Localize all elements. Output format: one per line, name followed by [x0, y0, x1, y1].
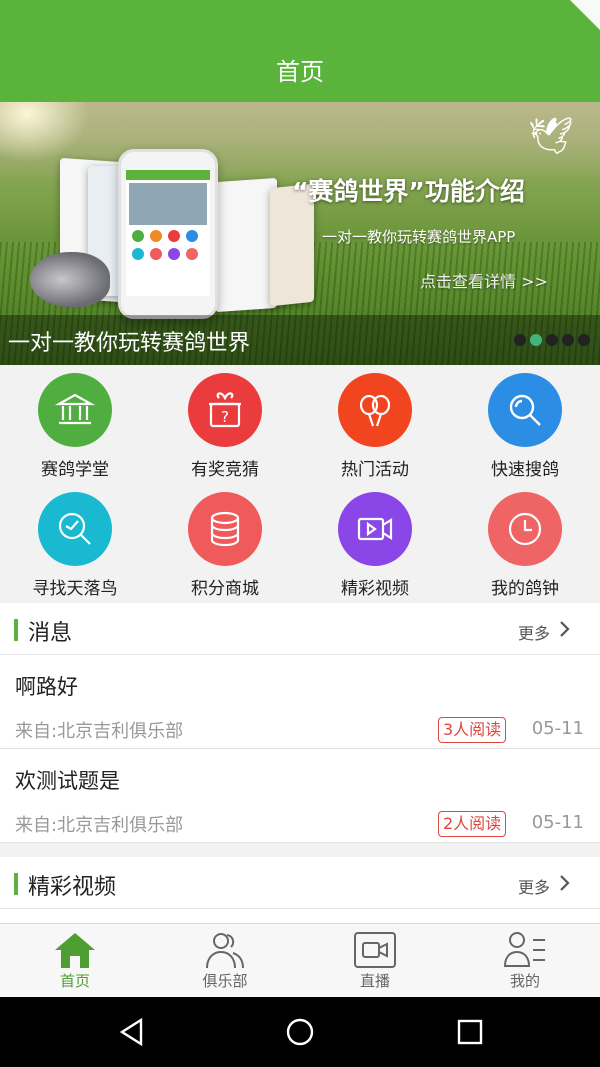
video-title: 精彩视频 — [28, 875, 117, 900]
video-section: 精彩视频 更多 — [0, 857, 600, 923]
read-count-badge: 2人阅读 — [438, 811, 507, 837]
video-header: 精彩视频 更多 — [0, 857, 600, 909]
home-circle-icon[interactable] — [285, 1017, 315, 1047]
feature-label: 精彩视频 — [341, 579, 409, 599]
feature-quick-search[interactable]: 快速搜鸽 — [450, 365, 600, 484]
message-item[interactable]: 啊路好 来自:北京吉利俱乐部 3人阅读 05-11 — [0, 655, 600, 749]
carousel-dot-active[interactable] — [530, 334, 542, 346]
home-icon — [55, 933, 95, 968]
feature-label: 赛鸽学堂 — [41, 460, 109, 480]
balloons-icon — [338, 373, 412, 447]
message-source: 来自:北京吉利俱乐部 — [15, 721, 184, 742]
feature-prize-quiz[interactable]: ? 有奖竞猜 — [150, 365, 300, 484]
banner-caption: 一对一教你玩转赛鸽世界 — [8, 331, 251, 356]
banner-detail-link[interactable]: 点击查看详情 >> — [420, 268, 548, 292]
feature-videos[interactable]: 精彩视频 — [300, 484, 450, 603]
database-icon — [188, 492, 262, 566]
banner-carousel[interactable]: 🕊 “赛鸽世界”功能介绍 一对一教你玩转赛鸽世界APP 点击查看详情 >> 一对… — [0, 102, 600, 365]
app-header: 首页 — [0, 0, 600, 102]
messages-header: 消息 更多 — [0, 603, 600, 655]
tab-label: 俱乐部 — [202, 972, 248, 990]
live-video-icon — [354, 932, 396, 968]
svg-text:?: ? — [221, 408, 229, 426]
carousel-indicators[interactable] — [514, 334, 590, 346]
feature-label: 寻找天落鸟 — [32, 579, 118, 599]
feature-pigeon-school[interactable]: 赛鸽学堂 — [0, 365, 150, 484]
section-accent-bar — [14, 873, 18, 895]
bank-icon — [38, 373, 112, 447]
feature-label: 有奖竞猜 — [191, 460, 259, 480]
feature-my-clock[interactable]: 我的鸽钟 — [450, 484, 600, 603]
tab-home[interactable]: 首页 — [0, 924, 150, 997]
message-item[interactable]: 欢测试题是 来自:北京吉利俱乐部 2人阅读 05-11 — [0, 749, 600, 843]
tab-label: 直播 — [359, 972, 390, 990]
feature-hot-events[interactable]: 热门活动 — [300, 365, 450, 484]
chevron-right-icon[interactable] — [554, 619, 574, 639]
pigeon-image — [30, 252, 110, 307]
search-icon — [488, 373, 562, 447]
chevron-right-icon[interactable] — [554, 873, 574, 893]
corner-fold — [570, 0, 600, 30]
club-icon — [206, 933, 244, 969]
carousel-dot[interactable] — [578, 334, 590, 346]
feature-label: 快速搜鸽 — [491, 460, 559, 480]
banner-sun-glow — [0, 102, 90, 162]
feature-label: 我的鸽钟 — [491, 579, 559, 599]
back-icon[interactable] — [117, 1017, 147, 1047]
profile-icon — [503, 932, 545, 967]
banner-caption-bar: 一对一教你玩转赛鸽世界 — [0, 315, 600, 365]
feature-points-mall[interactable]: 积分商城 — [150, 484, 300, 603]
message-source: 来自:北京吉利俱乐部 — [15, 815, 184, 836]
feature-grid: 赛鸽学堂 ? 有奖竞猜 热门活动 快速搜鸽 寻找天落鸟 积分商城 精彩视频 我的… — [0, 365, 600, 603]
section-accent-bar — [14, 619, 18, 641]
message-title: 啊路好 — [15, 675, 78, 699]
carousel-dot[interactable] — [562, 334, 574, 346]
banner-phone — [118, 149, 218, 319]
messages-more-link[interactable]: 更多 — [518, 620, 550, 644]
messages-title: 消息 — [28, 621, 73, 646]
gift-question-icon: ? — [188, 373, 262, 447]
carousel-dot[interactable] — [546, 334, 558, 346]
bird-search-icon — [38, 492, 112, 566]
tab-label: 我的 — [509, 972, 540, 990]
page-title: 首页 — [276, 58, 324, 86]
messages-section: 消息 更多 啊路好 来自:北京吉利俱乐部 3人阅读 05-11 欢测试题是 来自… — [0, 603, 600, 843]
video-more-link[interactable]: 更多 — [518, 874, 550, 898]
clock-icon — [488, 492, 562, 566]
system-nav-bar — [0, 997, 600, 1067]
read-count-badge: 3人阅读 — [438, 717, 507, 743]
recents-icon[interactable] — [455, 1017, 485, 1047]
flying-pigeon-icon: 🕊 — [528, 116, 574, 157]
bottom-tab-bar: 首页 俱乐部 直播 我的 — [0, 923, 600, 997]
carousel-dot[interactable] — [514, 334, 526, 346]
banner-subtitle: 一对一教你玩转赛鸽世界APP — [322, 228, 516, 246]
video-icon — [338, 492, 412, 566]
feature-find-lost-bird[interactable]: 寻找天落鸟 — [0, 484, 150, 603]
tab-club[interactable]: 俱乐部 — [150, 924, 300, 997]
banner-title: “赛鸽世界”功能介绍 — [292, 177, 525, 206]
message-date: 05-11 — [531, 718, 584, 739]
feature-label: 积分商城 — [191, 579, 259, 599]
message-date: 05-11 — [531, 812, 584, 833]
tab-mine[interactable]: 我的 — [450, 924, 600, 997]
tab-label: 首页 — [59, 972, 90, 990]
feature-label: 热门活动 — [341, 460, 409, 480]
tab-live[interactable]: 直播 — [300, 924, 450, 997]
banner-screen-right — [215, 177, 277, 313]
message-title: 欢测试题是 — [15, 769, 120, 793]
